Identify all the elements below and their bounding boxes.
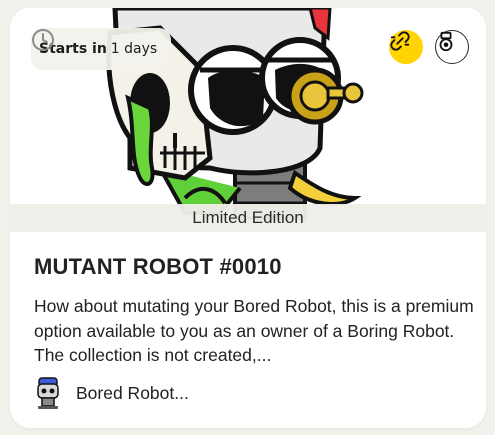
broken-link-icon — [390, 31, 410, 51]
creator-name[interactable]: Bored Robot... — [76, 383, 189, 404]
nft-card[interactable]: Starts in 1 days Limited Edition MUTANT … — [10, 8, 486, 428]
nft-description: How about mutating your Bored Robot, thi… — [34, 296, 474, 365]
clock-icon — [32, 29, 54, 51]
starts-in-badge: Starts in 1 days — [31, 28, 172, 70]
nft-title[interactable]: MUTANT ROBOT #0010 — [34, 254, 282, 280]
robot-avatar — [37, 377, 59, 409]
unlockable-link-button[interactable] — [389, 30, 423, 64]
token-type-button[interactable] — [435, 30, 469, 64]
starts-in-value: 1 days — [110, 41, 158, 57]
nft-artwork[interactable]: Starts in 1 days Limited Edition — [10, 8, 486, 233]
creator-row[interactable]: Bored Robot... — [34, 376, 189, 410]
token-medal-icon — [439, 31, 453, 52]
edition-label: Limited Edition — [10, 204, 486, 232]
